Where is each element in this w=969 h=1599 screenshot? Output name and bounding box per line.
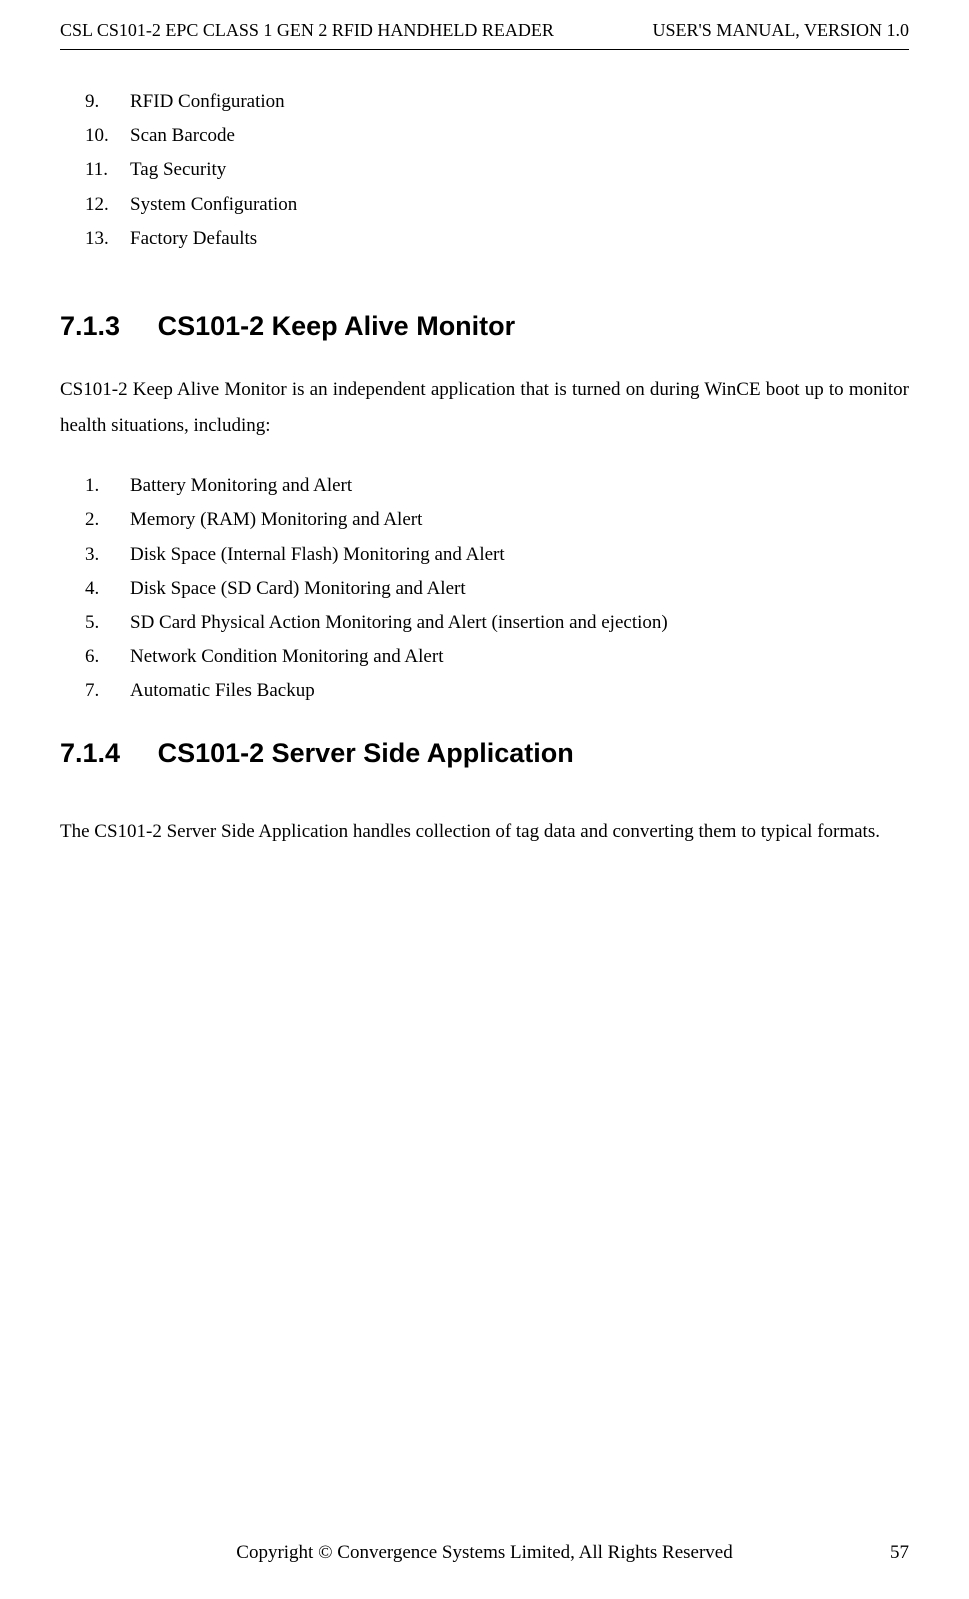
section-713-list: 1. Battery Monitoring and Alert 2. Memor… bbox=[60, 469, 909, 708]
list-number: 12. bbox=[85, 188, 130, 222]
continued-list: 9. RFID Configuration 10. Scan Barcode 1… bbox=[60, 85, 909, 256]
list-item: 10. Scan Barcode bbox=[85, 119, 909, 153]
list-number: 2. bbox=[85, 503, 130, 537]
list-number: 13. bbox=[85, 222, 130, 256]
list-item: 6. Network Condition Monitoring and Aler… bbox=[85, 640, 909, 674]
list-item: 12. System Configuration bbox=[85, 188, 909, 222]
list-text: RFID Configuration bbox=[130, 85, 285, 119]
list-text: Factory Defaults bbox=[130, 222, 257, 256]
section-714-body: The CS101-2 Server Side Application hand… bbox=[60, 814, 909, 850]
list-text: Scan Barcode bbox=[130, 119, 235, 153]
section-heading-714: 7.1.4 CS101-2 Server Side Application bbox=[60, 738, 909, 769]
section-number: 7.1.4 bbox=[60, 738, 120, 769]
list-item: 4. Disk Space (SD Card) Monitoring and A… bbox=[85, 572, 909, 606]
list-text: Disk Space (Internal Flash) Monitoring a… bbox=[130, 538, 505, 572]
list-number: 4. bbox=[85, 572, 130, 606]
footer-copyright: Copyright © Convergence Systems Limited,… bbox=[236, 1542, 732, 1564]
list-number: 5. bbox=[85, 606, 130, 640]
page-header: CSL CS101-2 EPC CLASS 1 GEN 2 RFID HANDH… bbox=[60, 0, 909, 50]
list-item: 9. RFID Configuration bbox=[85, 85, 909, 119]
section-heading-713: 7.1.3 CS101-2 Keep Alive Monitor bbox=[60, 311, 909, 342]
list-text: System Configuration bbox=[130, 188, 297, 222]
list-number: 11. bbox=[85, 153, 130, 187]
list-text: SD Card Physical Action Monitoring and A… bbox=[130, 606, 668, 640]
header-left-text: CSL CS101-2 EPC CLASS 1 GEN 2 RFID HANDH… bbox=[60, 20, 554, 41]
list-number: 9. bbox=[85, 85, 130, 119]
list-number: 7. bbox=[85, 674, 130, 708]
list-item: 13. Factory Defaults bbox=[85, 222, 909, 256]
list-item: 5. SD Card Physical Action Monitoring an… bbox=[85, 606, 909, 640]
list-item: 3. Disk Space (Internal Flash) Monitorin… bbox=[85, 538, 909, 572]
section-title: CS101-2 Keep Alive Monitor bbox=[158, 311, 516, 341]
page-footer: Copyright © Convergence Systems Limited,… bbox=[60, 1542, 909, 1564]
list-text: Battery Monitoring and Alert bbox=[130, 469, 352, 503]
section-713-intro: CS101-2 Keep Alive Monitor is an indepen… bbox=[60, 372, 909, 444]
footer-page-number: 57 bbox=[890, 1542, 909, 1564]
list-number: 6. bbox=[85, 640, 130, 674]
list-text: Tag Security bbox=[130, 153, 226, 187]
list-item: 1. Battery Monitoring and Alert bbox=[85, 469, 909, 503]
section-number: 7.1.3 bbox=[60, 311, 120, 342]
list-item: 7. Automatic Files Backup bbox=[85, 674, 909, 708]
list-number: 10. bbox=[85, 119, 130, 153]
list-text: Network Condition Monitoring and Alert bbox=[130, 640, 443, 674]
page-content: 9. RFID Configuration 10. Scan Barcode 1… bbox=[60, 50, 909, 851]
list-item: 2. Memory (RAM) Monitoring and Alert bbox=[85, 503, 909, 537]
list-item: 11. Tag Security bbox=[85, 153, 909, 187]
list-text: Memory (RAM) Monitoring and Alert bbox=[130, 503, 422, 537]
section-title: CS101-2 Server Side Application bbox=[158, 738, 574, 768]
list-number: 1. bbox=[85, 469, 130, 503]
list-text: Disk Space (SD Card) Monitoring and Aler… bbox=[130, 572, 466, 606]
list-text: Automatic Files Backup bbox=[130, 674, 315, 708]
list-number: 3. bbox=[85, 538, 130, 572]
header-right-text: USER'S MANUAL, VERSION 1.0 bbox=[653, 20, 909, 41]
